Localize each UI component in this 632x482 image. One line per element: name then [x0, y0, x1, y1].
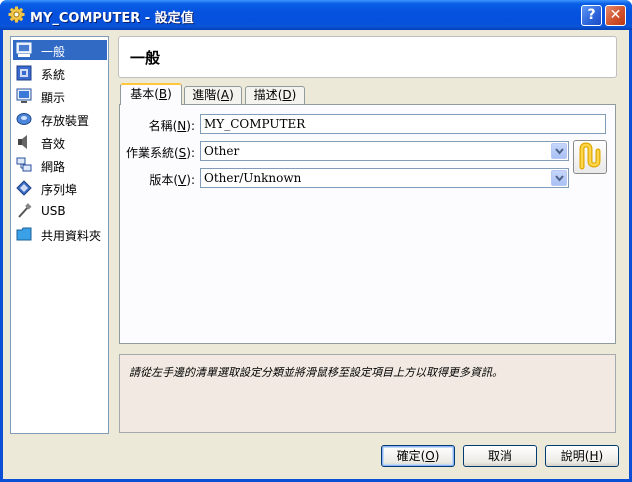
serial-port-icon [16, 180, 32, 196]
tab-description[interactable]: 描述(D) [245, 86, 305, 104]
display-icon [16, 88, 32, 103]
storage-disk-icon [16, 113, 32, 125]
name-input[interactable]: MY_COMPUTER [200, 114, 606, 134]
version-dropdown-button[interactable] [551, 170, 567, 186]
info-panel: 請從左手邊的清單選取設定分類並將滑鼠移至設定項目上方以取得更多資訊。 [119, 354, 616, 433]
os-type-icon [573, 140, 607, 174]
category-item-network[interactable]: 網路 [13, 155, 107, 175]
category-label: 存放裝置 [41, 114, 90, 128]
category-label: 共用資料夾 [41, 229, 102, 243]
version-select[interactable]: Other/Unknown [200, 168, 569, 188]
page-header: 一般 [118, 36, 617, 78]
close-button[interactable]: ✕ [605, 5, 626, 26]
category-label: 音效 [41, 137, 66, 151]
ok-button[interactable]: 確定(O) [381, 445, 455, 467]
network-icon [16, 157, 32, 172]
category-item-storage[interactable]: 存放裝置 [13, 109, 107, 129]
version-label: 版本(V): [149, 173, 195, 187]
category-label: USB [41, 204, 66, 218]
title-bar[interactable]: MY_COMPUTER - 設定值 ? ✕ [0, 0, 632, 30]
category-item-general[interactable]: 一般 [13, 40, 107, 60]
category-item-audio[interactable]: 音效 [13, 132, 107, 152]
category-item-system[interactable]: 系統 [13, 63, 107, 83]
category-list[interactable]: 一般 系統 顯示 存放裝置 音效 網路 序列埠 USB 共用資料夾 [10, 36, 109, 434]
audio-speaker-icon [18, 135, 27, 149]
category-item-display[interactable]: 顯示 [13, 86, 107, 106]
category-label: 網路 [41, 160, 66, 174]
os-dropdown-button[interactable] [551, 143, 567, 159]
category-label: 顯示 [41, 91, 66, 105]
category-item-usb[interactable]: USB [13, 201, 107, 221]
category-label: 一般 [41, 45, 66, 59]
info-text: 請從左手邊的清單選取設定分類並將滑鼠移至設定項目上方以取得更多資訊。 [129, 366, 503, 379]
system-chip-icon [16, 65, 32, 81]
category-item-shared-folders[interactable]: 共用資料夾 [13, 224, 107, 244]
os-label: 作業系統(S): [125, 146, 195, 160]
page-title: 一般 [130, 49, 161, 67]
tab-advanced[interactable]: 進階(A) [184, 86, 242, 104]
chevron-down-icon [555, 175, 564, 182]
gear-icon [8, 6, 25, 23]
name-label: 名稱(N): [148, 119, 195, 133]
help-button[interactable]: 說明(H) [545, 445, 619, 467]
cancel-button[interactable]: 取消 [463, 445, 537, 467]
monitor-general-icon [16, 42, 32, 57]
tab-panel-basic [119, 104, 616, 344]
os-select[interactable]: Other [200, 141, 569, 161]
chevron-down-icon [555, 148, 564, 155]
help-title-button[interactable]: ? [581, 5, 602, 26]
usb-icon [18, 203, 32, 218]
category-label: 序列埠 [41, 183, 78, 197]
window-title: MY_COMPUTER - 設定值 [30, 11, 194, 26]
shared-folder-icon [16, 227, 32, 241]
tab-basic[interactable]: 基本(B) [120, 83, 182, 105]
category-label: 系統 [41, 68, 66, 82]
category-item-serial-port[interactable]: 序列埠 [13, 178, 107, 198]
